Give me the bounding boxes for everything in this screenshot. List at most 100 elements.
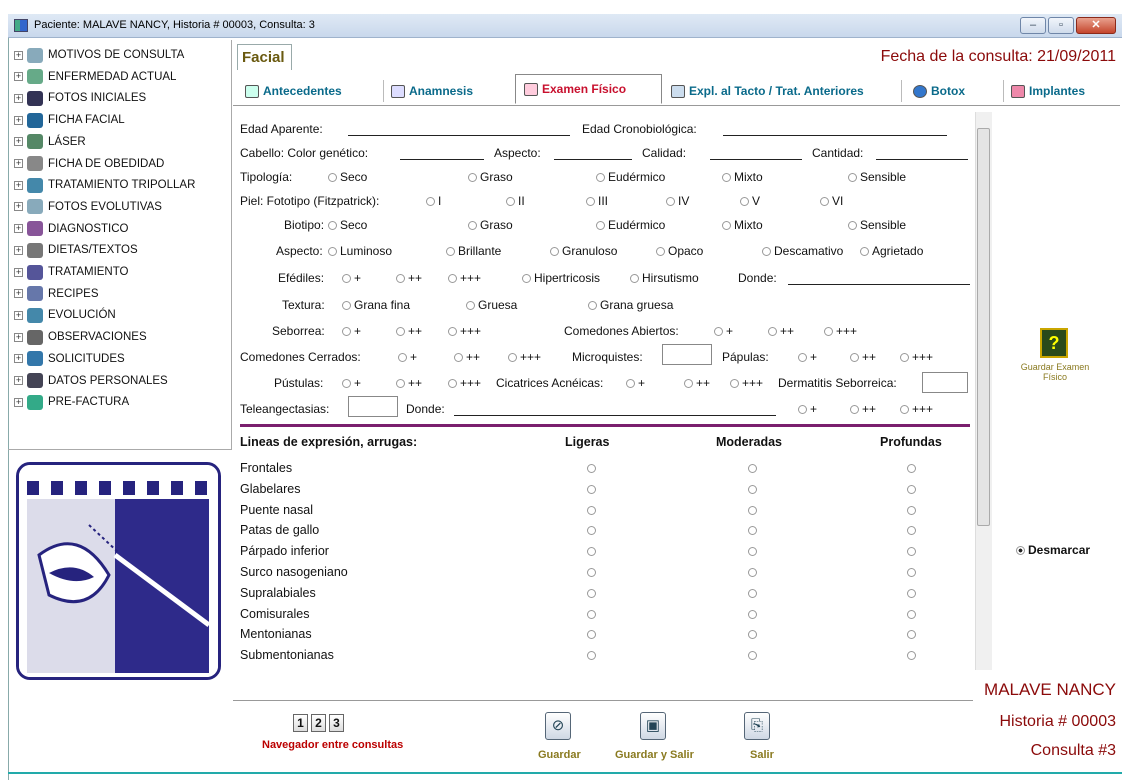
guardar-examen-icon[interactable]: ? xyxy=(1040,328,1068,358)
papulas-radio[interactable]: + xyxy=(798,350,817,364)
cicatrices-radio[interactable]: ++ xyxy=(684,376,710,390)
guardar-salir-button[interactable]: ▣ xyxy=(640,712,666,740)
tree-item[interactable]: + RECIPES xyxy=(14,283,99,305)
aspecto-radio[interactable]: Opaco xyxy=(656,244,703,258)
tree-item[interactable]: + EVOLUCIÓN xyxy=(14,304,116,326)
expand-icon[interactable]: + xyxy=(14,72,23,82)
tree-item[interactable]: + TRATAMIENTO TRIPOLLAR xyxy=(14,174,195,196)
tree-item[interactable]: + PRE-FACTURA xyxy=(14,391,129,413)
tab-implantes[interactable]: Implantes xyxy=(1011,76,1085,106)
aspecto-radio[interactable]: Granuloso xyxy=(550,244,617,258)
expand-icon[interactable]: + xyxy=(14,180,23,190)
expand-icon[interactable]: + xyxy=(14,397,23,407)
tab-examen-fisico[interactable]: Examen Físico xyxy=(515,74,662,104)
fototipo-radio[interactable]: VI xyxy=(820,194,843,208)
expand-icon[interactable]: + xyxy=(14,137,23,147)
maximize-button[interactable]: ▫ xyxy=(1048,17,1074,34)
arrugas-radio[interactable] xyxy=(907,505,916,515)
teleangectasias-input[interactable] xyxy=(348,396,398,417)
tab-expl-tacto[interactable]: Expl. al Tacto / Trat. Anteriores xyxy=(671,76,864,106)
efelides-radio[interactable]: +++ xyxy=(448,271,481,285)
fototipo-radio[interactable]: I xyxy=(426,194,441,208)
cicatrices-radio[interactable]: + xyxy=(626,376,645,390)
tipologia-radio[interactable]: Sensible xyxy=(848,170,906,184)
expand-icon[interactable]: + xyxy=(14,267,23,277)
aspecto-radio[interactable]: Descamativo xyxy=(762,244,843,258)
arrugas-radio[interactable] xyxy=(907,464,916,473)
arrugas-radio[interactable] xyxy=(748,609,757,619)
arrugas-radio[interactable] xyxy=(907,484,916,494)
efelides-radio[interactable]: + xyxy=(342,271,361,285)
donde-field[interactable] xyxy=(788,273,970,285)
comedones-abiertos-radio[interactable]: +++ xyxy=(824,324,857,338)
pustulas-radio[interactable]: ++ xyxy=(396,376,422,390)
arrugas-radio[interactable] xyxy=(907,568,916,577)
tab-botox[interactable]: Botox xyxy=(913,76,965,106)
tipologia-radio[interactable]: Mixto xyxy=(722,170,763,184)
fototipo-radio[interactable]: IV xyxy=(666,194,689,208)
expand-icon[interactable]: + xyxy=(14,202,23,212)
comedones-cerrados-radio[interactable]: + xyxy=(398,350,417,364)
efelides-radio[interactable]: ++ xyxy=(396,271,422,285)
teleangectasias-radio[interactable]: ++ xyxy=(850,402,876,416)
aspecto-radio[interactable]: Luminoso xyxy=(328,244,392,258)
cantidad-field[interactable] xyxy=(876,148,968,160)
arrugas-radio[interactable] xyxy=(587,505,596,515)
arrugas-radio[interactable] xyxy=(907,588,916,598)
expand-icon[interactable]: + xyxy=(14,159,23,168)
tree-item[interactable]: + TRATAMIENTO xyxy=(14,261,129,283)
comedones-cerrados-radio[interactable]: ++ xyxy=(454,350,480,364)
expand-icon[interactable]: + xyxy=(14,332,23,342)
edad-crono-field[interactable] xyxy=(723,124,947,136)
tree-item[interactable]: + FICHA FACIAL xyxy=(14,109,125,131)
calidad-field[interactable] xyxy=(710,148,802,160)
cabello-color-field[interactable] xyxy=(400,148,484,160)
arrugas-radio[interactable] xyxy=(587,464,596,473)
arrugas-radio[interactable] xyxy=(587,588,596,598)
nav-consulta-1[interactable]: 1 xyxy=(293,714,308,732)
expand-icon[interactable]: + xyxy=(14,354,23,364)
comedones-abiertos-radio[interactable]: + xyxy=(714,324,733,338)
tree-item[interactable]: + ENFERMEDAD ACTUAL xyxy=(14,66,176,88)
desmarcar-radio[interactable]: Desmarcar xyxy=(1016,543,1090,557)
teleangectasias-radio[interactable]: +++ xyxy=(900,402,933,416)
arrugas-radio[interactable] xyxy=(748,464,757,473)
tree-item[interactable]: + OBSERVACIONES xyxy=(14,326,147,348)
textura-radio[interactable]: Grana fina xyxy=(342,298,410,312)
aspecto-field[interactable] xyxy=(554,148,632,160)
arrugas-radio[interactable] xyxy=(748,505,757,515)
papulas-radio[interactable]: ++ xyxy=(850,350,876,364)
expand-icon[interactable]: + xyxy=(14,289,23,299)
expand-icon[interactable]: + xyxy=(14,93,23,103)
tipologia-radio[interactable]: Graso xyxy=(468,170,513,184)
biotipo-radio[interactable]: Seco xyxy=(328,218,367,232)
tipologia-radio[interactable]: Eudérmico xyxy=(596,170,665,184)
teleangectasias-radio[interactable]: + xyxy=(798,402,817,416)
fototipo-radio[interactable]: III xyxy=(586,194,608,208)
arrugas-radio[interactable] xyxy=(748,568,757,577)
pustulas-radio[interactable]: +++ xyxy=(448,376,481,390)
donde2-field[interactable] xyxy=(454,404,776,416)
dermatitis-input[interactable] xyxy=(922,372,968,393)
tab-facial[interactable]: Facial xyxy=(237,44,292,70)
arrugas-radio[interactable] xyxy=(748,588,757,598)
arrugas-radio[interactable] xyxy=(587,609,596,619)
arrugas-radio[interactable] xyxy=(748,484,757,494)
textura-radio[interactable]: Grana gruesa xyxy=(588,298,673,312)
nav-consulta-3[interactable]: 3 xyxy=(329,714,344,732)
expand-icon[interactable]: + xyxy=(14,115,23,125)
expand-icon[interactable]: + xyxy=(14,224,23,234)
tipologia-radio[interactable]: Seco xyxy=(328,170,367,184)
microquistes-input[interactable] xyxy=(662,344,712,365)
papulas-radio[interactable]: +++ xyxy=(900,350,933,364)
expand-icon[interactable]: + xyxy=(14,376,23,385)
seborrea-radio[interactable]: +++ xyxy=(448,324,481,338)
tree-item[interactable]: + DIAGNOSTICO xyxy=(14,218,129,240)
tree-item[interactable]: + FICHA DE OBEDIDAD xyxy=(14,153,164,175)
expand-icon[interactable]: + xyxy=(14,245,23,255)
nav-consulta-2[interactable]: 2 xyxy=(311,714,326,732)
hipertricosis-radio[interactable]: Hipertricosis xyxy=(522,271,600,285)
pustulas-radio[interactable]: + xyxy=(342,376,361,390)
tree-item[interactable]: + FOTOS EVOLUTIVAS xyxy=(14,196,162,218)
cicatrices-radio[interactable]: +++ xyxy=(730,376,763,390)
